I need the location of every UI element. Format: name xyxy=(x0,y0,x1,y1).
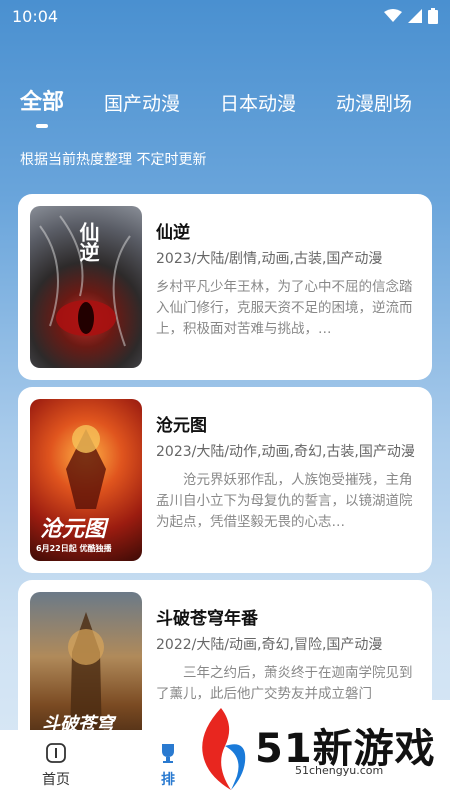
card-meta: 2023/大陆/动作,动画,奇幻,古装,国产动漫 xyxy=(156,444,415,460)
card-info: 沧元图 2023/大陆/动作,动画,奇幻,古装,国产动漫 沧元界妖邪作乱，人族饱… xyxy=(156,399,420,561)
poster-image: 沧元图 6月22日起 优酷独播 xyxy=(30,399,142,561)
home-icon xyxy=(46,743,66,763)
page-subtitle: 根据当前热度整理 不定时更新 xyxy=(20,152,207,168)
watermark-url: 51chengyu.com xyxy=(295,764,384,777)
card-meta: 2023/大陆/剧情,动画,古装,国产动漫 xyxy=(156,251,383,267)
card-title: 沧元图 xyxy=(156,416,207,436)
wifi-icon xyxy=(384,9,402,22)
poster-date: 6月22日起 优酷独播 xyxy=(36,544,112,553)
card-info: 仙逆 2023/大陆/剧情,动画,古装,国产动漫 乡村平凡少年王林，为了心中不屈… xyxy=(156,206,420,368)
card-description: 三年之约后，萧炎终于在迦南学院见到了薰儿，此后他广交势友并成立磐门 xyxy=(156,665,413,702)
anime-card[interactable]: 沧元图 6月22日起 优酷独播 沧元图 2023/大陆/动作,动画,奇幻,古装,… xyxy=(18,387,432,573)
tab-japanese-anime[interactable]: 日本动漫 xyxy=(220,89,296,116)
card-title: 仙逆 xyxy=(156,223,190,243)
tab-domestic-anime[interactable]: 国产动漫 xyxy=(104,89,180,116)
card-meta: 2022/大陆/动画,奇幻,冒险,国产动漫 xyxy=(156,637,383,653)
card-description: 乡村平凡少年王林，为了心中不屈的信念踏入仙门修行，克服天资不足的困境，逆流而上，… xyxy=(156,279,413,337)
nav-ranking-label: 排 xyxy=(161,772,175,788)
anime-card[interactable]: 仙逆 仙逆 2023/大陆/剧情,动画,古装,国产动漫 乡村平凡少年王林，为了心… xyxy=(18,194,432,380)
status-bar: 10:04 xyxy=(0,0,450,32)
status-time: 10:04 xyxy=(12,6,59,26)
tab-anime-theater[interactable]: 动漫剧场 xyxy=(336,89,412,116)
poster-title: 沧元图 xyxy=(40,517,107,542)
nav-home[interactable]: 首页 xyxy=(0,730,112,800)
card-description: 沧元界妖邪作乱，人族饱受摧残，主角孟川自小立下为母复仇的誓言，以镜湖道院为起点，… xyxy=(156,472,413,530)
category-tabs: 全部 国产动漫 日本动漫 动漫剧场 xyxy=(20,84,450,116)
nav-home-label: 首页 xyxy=(42,772,70,788)
status-icons xyxy=(384,8,438,24)
card-title: 斗破苍穹年番 xyxy=(156,609,258,629)
trophy-icon xyxy=(162,744,174,763)
poster-title: 仙逆 xyxy=(76,222,100,262)
poster-image: 仙逆 xyxy=(30,206,142,368)
battery-icon xyxy=(428,8,438,24)
watermark: 51新游戏 51chengyu.com xyxy=(185,700,450,800)
tab-all[interactable]: 全部 xyxy=(20,84,64,116)
brand-logo-icon xyxy=(202,708,246,790)
signal-icon xyxy=(408,9,422,23)
